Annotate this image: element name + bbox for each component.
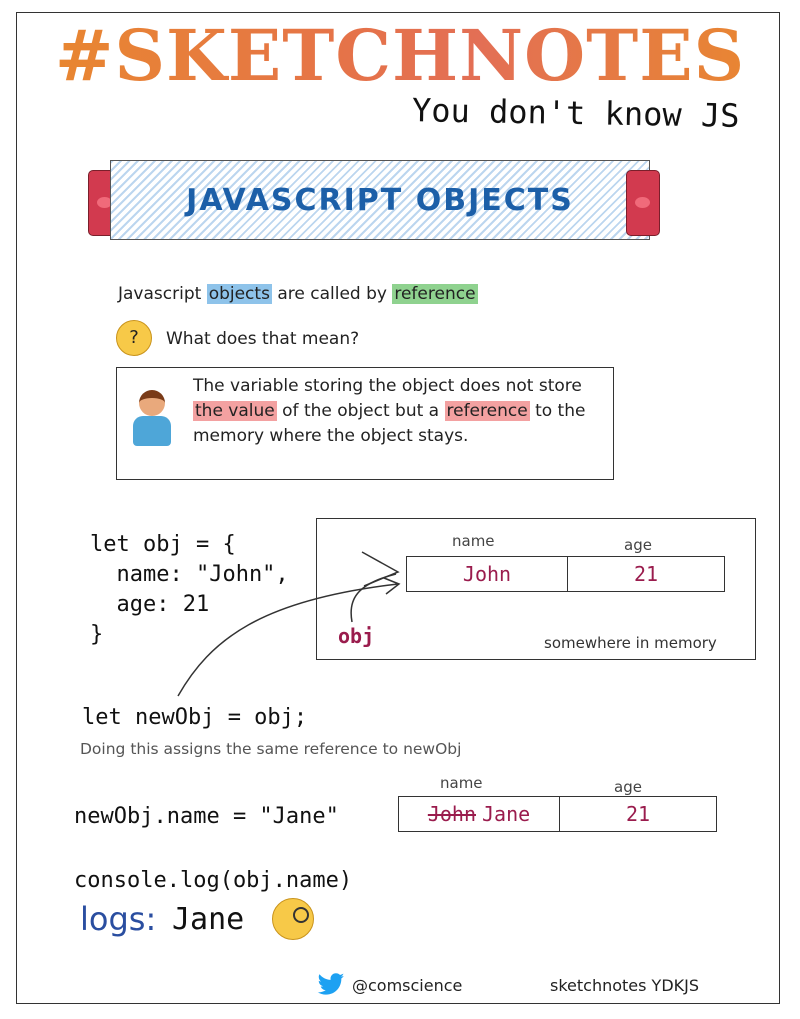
code-set-name: newObj.name = "Jane" <box>74 804 339 829</box>
twitter-bird-icon <box>317 973 345 995</box>
logs-label: logs: <box>80 900 157 938</box>
old-name-strikethrough: John <box>427 802 476 826</box>
age-field: 21 <box>559 796 717 832</box>
name-field: John Jane <box>398 796 560 832</box>
name-label: name <box>440 774 483 792</box>
memory-record-updated: John Jane 21 <box>398 796 717 832</box>
assign-note: Doing this assigns the same reference to… <box>80 740 462 758</box>
code-console-log: console.log(obj.name) <box>74 868 353 893</box>
footer-credit: sketchnotes YDKJS <box>550 976 700 995</box>
new-name: Jane <box>482 802 531 826</box>
age-label: age <box>614 778 642 796</box>
newobj-arrow <box>177 583 399 697</box>
logs-value: Jane <box>172 902 245 937</box>
face-with-monocle-icon <box>272 898 314 940</box>
twitter-handle: @comscience <box>352 976 463 995</box>
code-newobj-assign: let newObj = obj; <box>82 705 308 730</box>
obj-arrow <box>350 573 397 623</box>
